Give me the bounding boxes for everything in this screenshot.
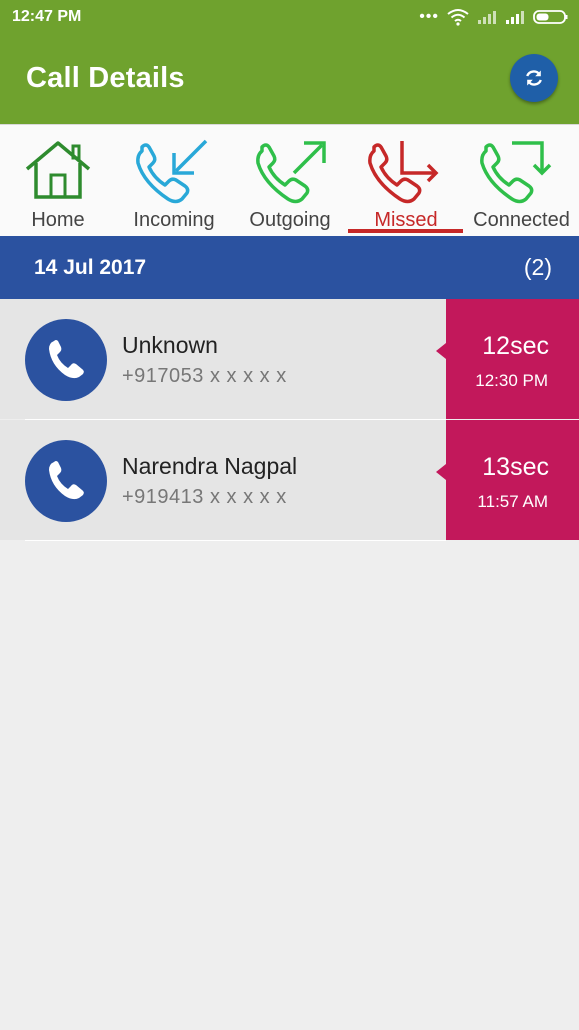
- status-time: 12:47 PM: [12, 8, 82, 25]
- tab-connected[interactable]: Connected: [464, 125, 579, 237]
- incoming-call-icon: [136, 139, 208, 204]
- date-group-header: 14 Jul 2017 (2): [0, 236, 579, 299]
- tab-label: Incoming: [133, 209, 215, 231]
- battery-icon: [533, 10, 568, 24]
- caller-name: Unknown: [122, 332, 218, 358]
- caller-name: Narendra Nagpal: [122, 453, 298, 479]
- call-duration: 13sec: [482, 453, 549, 481]
- call-time: 11:57 AM: [477, 492, 548, 511]
- tab-label: Outgoing: [249, 209, 331, 231]
- outgoing-call-icon: [256, 141, 326, 204]
- missed-call-icon: [368, 141, 439, 204]
- tab-label: Home: [31, 209, 85, 231]
- phone-icon: [49, 461, 84, 500]
- call-time: 12:30 PM: [475, 371, 548, 390]
- connected-call-icon: [480, 141, 552, 204]
- call-count-badge: (2): [523, 254, 552, 280]
- status-icons: •••: [419, 6, 569, 28]
- tab-incoming[interactable]: Incoming: [116, 125, 232, 237]
- caller-number: +917053 x x x x x: [122, 365, 287, 387]
- tab-outgoing[interactable]: Outgoing: [232, 125, 348, 237]
- divider: [25, 540, 446, 541]
- active-tab-indicator: [348, 229, 463, 233]
- notch-pointer: [436, 343, 446, 359]
- refresh-button[interactable]: [510, 54, 558, 102]
- avatar: [25, 319, 107, 401]
- call-duration-box: 12sec 12:30 PM: [436, 299, 579, 419]
- status-bar: 12:47 PM •••: [0, 0, 579, 34]
- call-list-item[interactable]: Narendra Nagpal +919413 x x x x x 13sec …: [0, 420, 579, 540]
- tab-home[interactable]: Home: [0, 125, 116, 237]
- call-list-item[interactable]: Unknown +917053 x x x x x 12sec 12:30 PM: [0, 299, 579, 419]
- signal-icon: [478, 11, 496, 24]
- home-icon: [25, 141, 91, 199]
- refresh-icon: [526, 70, 542, 86]
- caller-number: +919413 x x x x x: [122, 486, 287, 508]
- date-label: 14 Jul 2017: [34, 256, 147, 279]
- signal-icon: [506, 11, 524, 24]
- app-bar: Call Details: [0, 34, 579, 124]
- page-title: Call Details: [26, 62, 185, 94]
- more-icon: •••: [419, 8, 439, 25]
- phone-icon: [49, 340, 84, 379]
- wifi-icon: [447, 9, 469, 26]
- tab-label: Connected: [473, 209, 570, 231]
- notch-pointer: [436, 464, 446, 480]
- avatar: [25, 440, 107, 522]
- tab-missed[interactable]: Missed: [348, 125, 464, 237]
- call-duration-box: 13sec 11:57 AM: [436, 420, 579, 540]
- call-duration: 12sec: [482, 332, 549, 360]
- call-type-tabs: Home Incoming Outgoing Missed Connected: [0, 124, 579, 237]
